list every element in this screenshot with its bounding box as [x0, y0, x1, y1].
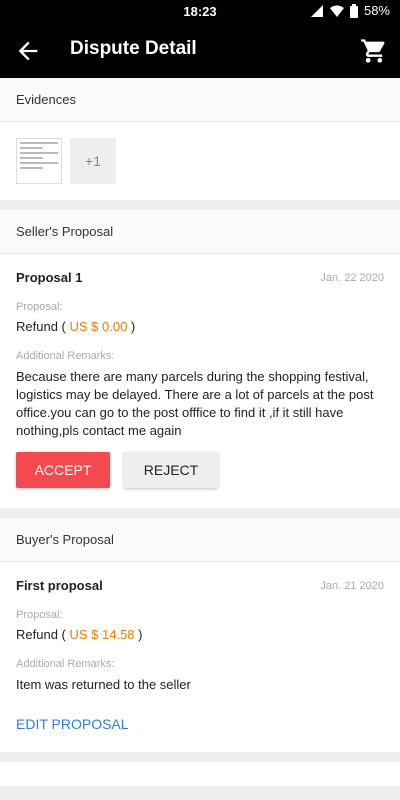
proposal-date: Jan. 21 2020	[320, 579, 384, 592]
buyer-proposal-header: Buyer's Proposal	[0, 518, 400, 562]
refund-amount: US $ 0.00	[69, 319, 128, 334]
next-section-partial	[0, 762, 400, 786]
evidences-list: +1	[0, 122, 400, 200]
proposal-title-row: Proposal 1 Jan. 22 2020	[16, 254, 384, 285]
status-bar: 18:23 58%	[0, 0, 400, 24]
refund-value: Refund ( US $ 0.00 )	[16, 319, 384, 334]
evidences-header: Evidences	[0, 78, 400, 122]
proposal-title: First proposal	[16, 578, 103, 593]
refund-prefix: Refund (	[16, 627, 70, 642]
refund-amount: US $ 14.58	[69, 627, 135, 642]
thumb-line	[20, 162, 58, 164]
thumb-line	[20, 147, 43, 149]
proposal-title-row: First proposal Jan. 21 2020	[16, 562, 384, 593]
thumb-line	[20, 152, 58, 154]
app-bar: Dispute Detail	[0, 24, 400, 78]
proposal-title: Proposal 1	[16, 270, 83, 285]
reject-button[interactable]: REJECT	[124, 452, 218, 488]
remarks-text: Item was returned to the seller	[16, 677, 191, 692]
status-icons: 58%	[310, 3, 390, 18]
accept-button[interactable]: ACCEPT	[16, 452, 110, 488]
more-evidences-button[interactable]: +1	[70, 138, 116, 184]
refund-value: Refund ( US $ 14.58 )	[16, 627, 384, 642]
remarks-label: Additional Remarks:	[16, 658, 115, 670]
wifi-icon	[329, 5, 344, 17]
section-gap	[0, 200, 400, 210]
remarks-label: Additional Remarks:	[16, 350, 115, 362]
thumb-line	[20, 157, 43, 159]
seller-proposal-header: Seller's Proposal	[0, 210, 400, 254]
page-title: Dispute Detail	[70, 38, 197, 59]
edit-proposal-button[interactable]: EDIT PROPOSAL	[16, 716, 384, 732]
thumb-line	[20, 167, 43, 169]
refund-prefix: Refund (	[16, 319, 70, 334]
signal-icon	[310, 4, 323, 17]
proposal-label: Proposal:	[16, 609, 63, 621]
content: Evidences +1 Seller's Proposal Proposal …	[0, 78, 400, 800]
evidence-thumbnail[interactable]	[16, 138, 62, 184]
seller-proposal-card: Proposal 1 Jan. 22 2020 Proposal: Refund…	[0, 254, 400, 508]
section-gap	[0, 752, 400, 762]
refund-suffix: )	[134, 627, 143, 642]
proposal-date: Jan. 22 2020	[320, 271, 384, 284]
back-arrow-icon[interactable]	[14, 37, 42, 65]
remarks-text: Because there are many parcels during th…	[16, 369, 374, 438]
proposal-actions: ACCEPT REJECT	[16, 452, 384, 488]
section-gap	[0, 508, 400, 518]
battery-level: 58%	[363, 3, 390, 18]
proposal-label: Proposal:	[16, 301, 63, 313]
thumb-line	[20, 142, 58, 144]
cart-icon[interactable]	[360, 37, 388, 65]
battery-icon	[349, 3, 358, 18]
refund-suffix: )	[127, 319, 136, 334]
buyer-proposal-card: First proposal Jan. 21 2020 Proposal: Re…	[0, 562, 400, 752]
